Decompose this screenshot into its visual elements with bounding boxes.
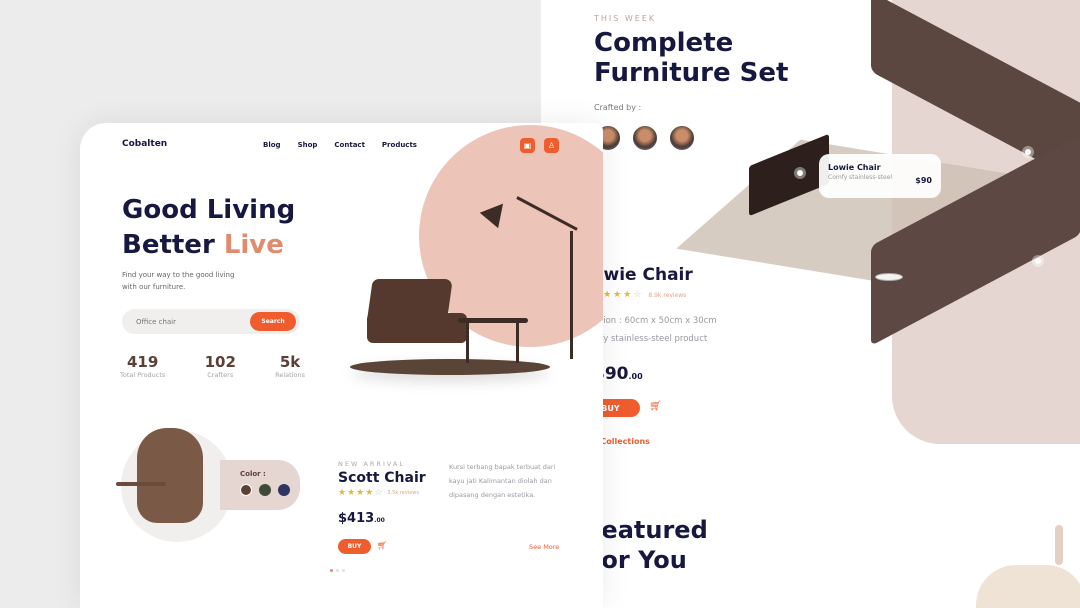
buy-button[interactable]: BUY [338, 539, 371, 554]
brand-logo[interactable]: Cobalten [122, 139, 167, 149]
star-icon: ★ [613, 290, 622, 300]
page-title: Complete Furniture Set [594, 28, 788, 88]
back-page: THIS WEEK Complete Furniture Set Crafted… [541, 0, 1080, 608]
stats: 419 Total Products 102 Crafters 5k Relation… [120, 353, 305, 379]
nav-menu: Blog Shop Contact Products [263, 141, 417, 149]
color-swatches [240, 484, 300, 496]
hotspot[interactable] [1025, 149, 1031, 155]
stat-total-products: 419 Total Products [120, 353, 165, 379]
nav-shop[interactable]: Shop [298, 141, 318, 149]
title-line: Furniture Set [594, 58, 789, 88]
lamp-image [1055, 525, 1063, 565]
star-icon: ★ [365, 488, 374, 498]
eyebrow: THIS WEEK [594, 14, 657, 23]
stat-label: Relations [275, 371, 305, 379]
featured-line: For You [586, 546, 687, 574]
hero-line: Good Living [122, 195, 296, 225]
rug-image [350, 359, 550, 375]
price-main: $413 [338, 511, 375, 526]
side-table-image [116, 482, 166, 486]
carousel-dot-active[interactable] [330, 569, 333, 572]
table-leg [516, 323, 519, 363]
color-swatch[interactable] [240, 484, 252, 496]
reviews-count: 8.9k reviews [648, 291, 687, 299]
avatar[interactable] [631, 124, 659, 152]
stat-value: 102 [204, 353, 236, 371]
stat-relations: 5k Relations [275, 353, 305, 379]
star-icon: ★ [347, 488, 356, 498]
stat-crafters: 102 Crafters [205, 353, 236, 379]
star-outline-icon: ☆ [633, 290, 642, 300]
subtitle-line: with our furniture. [122, 283, 186, 291]
nav-products[interactable]: Products [382, 141, 417, 149]
nav-contact[interactable]: Contact [334, 141, 365, 149]
search-input[interactable] [136, 317, 246, 326]
lamp-image [976, 565, 1080, 608]
price-cents: .00 [374, 517, 385, 524]
featured-heading: Featured For You [586, 515, 708, 575]
product-name: Scott Chair [338, 470, 426, 486]
bag-icon[interactable]: ▣ [520, 138, 535, 153]
cart-icon[interactable]: 🛒︎ [377, 541, 387, 550]
eyebrow: NEW ARRIVAL [338, 460, 405, 468]
hero-accent: Live [223, 230, 284, 260]
scott-chair-image [137, 428, 203, 523]
hero-line: Better [122, 230, 224, 260]
star-icon: ★ [338, 488, 347, 498]
floor-lamp-image [570, 231, 573, 359]
title-line: Complete [594, 28, 734, 58]
color-picker: Color : [220, 460, 300, 510]
see-more-link[interactable]: See More [529, 543, 559, 551]
price: $413.00 [338, 511, 385, 526]
armchair-image [367, 313, 467, 343]
cart-icon[interactable]: 🛒︎ [649, 401, 662, 412]
color-swatch[interactable] [278, 484, 290, 496]
crafted-by-label: Crafted by : [594, 103, 642, 112]
carousel-dot[interactable] [336, 569, 339, 572]
table-leg [466, 323, 469, 363]
nav-blog[interactable]: Blog [263, 141, 281, 149]
search-bar: Search [122, 309, 300, 334]
stat-value: 5k [279, 353, 301, 371]
user-icon[interactable]: ♙ [544, 138, 559, 153]
hero-title: Good Living Better Live [122, 193, 295, 263]
tooltip-price: $90 [915, 176, 932, 185]
subtitle-line: Find your way to the good living [122, 271, 235, 279]
rating: ★ ★ ★ ★ ☆ 3.5k reviews [338, 488, 419, 498]
front-page: Cobalten Blog Shop Contact Products ▣ ♙ … [80, 123, 603, 608]
star-outline-icon: ☆ [374, 488, 383, 498]
rating: ★★★★☆ 8.9k reviews [593, 290, 686, 300]
price-cents: .00 [628, 372, 643, 381]
star-icon: ★ [623, 290, 632, 300]
reviews-count: 3.5k reviews [387, 490, 419, 496]
avatar[interactable] [668, 124, 696, 152]
star-icon: ★ [603, 290, 612, 300]
tooltip-name: Lowie Chair [828, 163, 881, 172]
star-icon: ★ [356, 488, 365, 498]
carousel-dots [330, 569, 345, 572]
hero-subtitle: Find your way to the good living with ou… [122, 269, 234, 293]
product-description: Kursi terbang bapak terbuat dari kayu ja… [449, 463, 556, 499]
crafters-avatars [594, 124, 696, 152]
side-table-image [875, 273, 903, 281]
featured-line: Featured [586, 516, 708, 544]
stat-label: Total Products [120, 371, 166, 379]
color-swatch[interactable] [259, 484, 271, 496]
stat-label: Crafters [207, 371, 234, 379]
product-tooltip[interactable]: Lowie Chair Comfy stainless-steel $90 [819, 154, 941, 198]
carousel-dot[interactable] [342, 569, 345, 572]
search-button[interactable]: Search [250, 312, 296, 331]
hotspot[interactable] [1035, 258, 1041, 264]
hotspot[interactable] [797, 170, 803, 176]
stat-value: 419 [127, 353, 159, 371]
color-label: Color : [240, 470, 266, 478]
